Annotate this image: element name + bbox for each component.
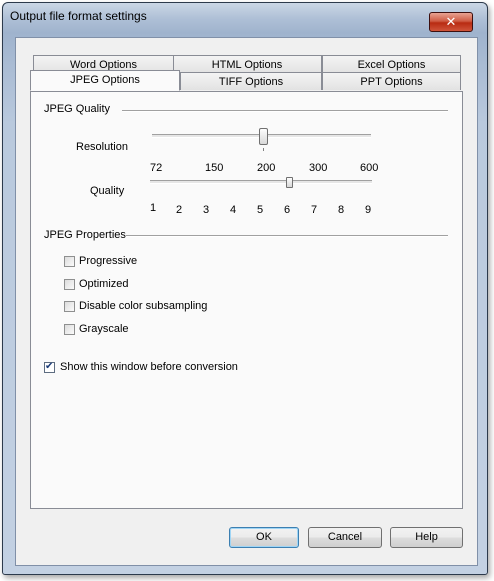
quality-tick-7: 7 bbox=[311, 204, 318, 216]
quality-tick-1: 1 bbox=[150, 202, 157, 214]
tab-label: PPT Options bbox=[360, 76, 423, 88]
jpeg-options-panel: JPEG Quality Resolution 72 150 200 300 6… bbox=[30, 91, 463, 509]
quality-label: Quality bbox=[90, 185, 125, 197]
cancel-button[interactable]: Cancel bbox=[308, 527, 382, 548]
disable-color-subsampling-label[interactable]: Disable color subsampling bbox=[79, 300, 207, 312]
show-window-label[interactable]: Show this window before conversion bbox=[60, 361, 238, 373]
tab-label: JPEG Options bbox=[70, 74, 140, 86]
quality-slider-thumb[interactable] bbox=[286, 177, 293, 188]
quality-tick-5: 5 bbox=[257, 204, 264, 216]
quality-tick-6: 6 bbox=[284, 204, 291, 216]
quality-slider-track[interactable] bbox=[150, 180, 372, 184]
tab-label: TIFF Options bbox=[218, 76, 284, 88]
tab-html-options[interactable]: HTML Options bbox=[172, 55, 322, 73]
quality-tick-3: 3 bbox=[203, 204, 210, 216]
quality-tick-2: 2 bbox=[176, 204, 183, 216]
jpeg-quality-group-label: JPEG Quality bbox=[44, 103, 111, 115]
show-window-checkbox[interactable] bbox=[44, 361, 55, 373]
tab-label: HTML Options bbox=[211, 59, 283, 71]
quality-tick-9: 9 bbox=[365, 204, 372, 216]
window-title: Output file format settings bbox=[10, 9, 147, 23]
help-button[interactable]: Help bbox=[390, 527, 463, 548]
grayscale-checkbox[interactable] bbox=[64, 324, 75, 335]
resolution-tick-200: 200 bbox=[257, 162, 276, 174]
dialog-window: Output file format settings ✕ HTML Optio… bbox=[2, 2, 488, 575]
optimized-checkbox[interactable] bbox=[64, 279, 75, 290]
dialog-client-area: HTML Options Excel Options Word Options … bbox=[15, 37, 478, 566]
resolution-label: Resolution bbox=[76, 141, 128, 153]
tab-label: Excel Options bbox=[357, 59, 426, 71]
progressive-checkbox[interactable] bbox=[64, 256, 75, 267]
quality-tick-4: 4 bbox=[230, 204, 237, 216]
ok-button[interactable]: OK bbox=[229, 527, 299, 548]
close-button[interactable]: ✕ bbox=[429, 12, 473, 32]
tab-ppt-options[interactable]: PPT Options bbox=[322, 72, 461, 90]
quality-tick-8: 8 bbox=[338, 204, 345, 216]
group-divider bbox=[122, 110, 448, 112]
grayscale-label[interactable]: Grayscale bbox=[79, 323, 129, 335]
resolution-tick-600: 600 bbox=[360, 162, 379, 174]
tab-tiff-options[interactable]: TIFF Options bbox=[180, 72, 322, 90]
resolution-tick-72: 72 bbox=[150, 162, 163, 174]
resolution-slider-thumb[interactable] bbox=[259, 128, 268, 145]
tab-jpeg-options[interactable]: JPEG Options bbox=[30, 70, 180, 91]
disable-color-subsampling-checkbox[interactable] bbox=[64, 301, 75, 312]
resolution-tick-300: 300 bbox=[309, 162, 328, 174]
optimized-label[interactable]: Optimized bbox=[79, 278, 129, 290]
tab-excel-options[interactable]: Excel Options bbox=[322, 55, 461, 73]
slider-tick bbox=[263, 148, 264, 151]
jpeg-properties-group-label: JPEG Properties bbox=[44, 229, 126, 241]
resolution-tick-150: 150 bbox=[205, 162, 224, 174]
group-divider bbox=[126, 235, 448, 237]
progressive-label[interactable]: Progressive bbox=[79, 255, 137, 267]
